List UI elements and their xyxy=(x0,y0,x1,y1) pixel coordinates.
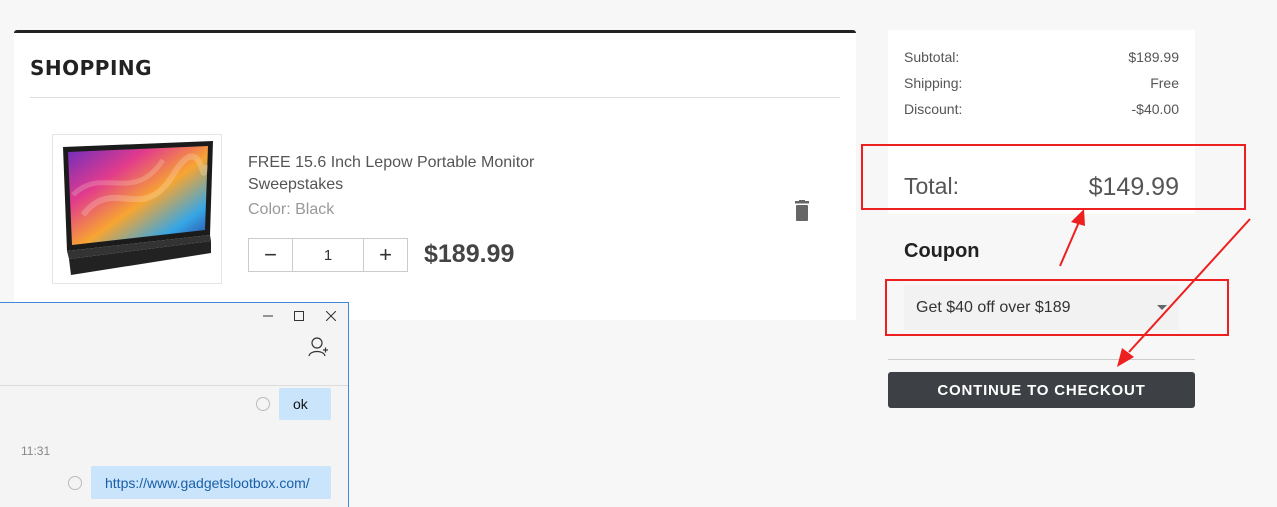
add-contact-icon[interactable] xyxy=(307,336,329,358)
arrow-line-up xyxy=(1059,221,1080,267)
arrow-line-down xyxy=(1128,218,1251,353)
website-link[interactable]: https://www.gadgetslootbox.com/ xyxy=(105,475,310,491)
read-check-icon xyxy=(256,397,270,411)
message-time: 11:31 xyxy=(21,444,51,458)
chat-message-link: https://www.gadgetslootbox.com/ xyxy=(91,466,331,499)
arrow-head-up xyxy=(1071,209,1085,226)
read-check-icon xyxy=(68,476,82,490)
chat-message-ok: ok xyxy=(279,388,331,420)
chat-header-divider xyxy=(0,385,348,386)
maximize-icon[interactable] xyxy=(288,305,310,327)
chat-window: ok 11:31 https://www.gadgetslootbox.com/ xyxy=(0,302,349,507)
minimize-icon[interactable] xyxy=(257,305,279,327)
arrow-head-down xyxy=(1117,348,1134,367)
close-icon[interactable] xyxy=(320,305,342,327)
